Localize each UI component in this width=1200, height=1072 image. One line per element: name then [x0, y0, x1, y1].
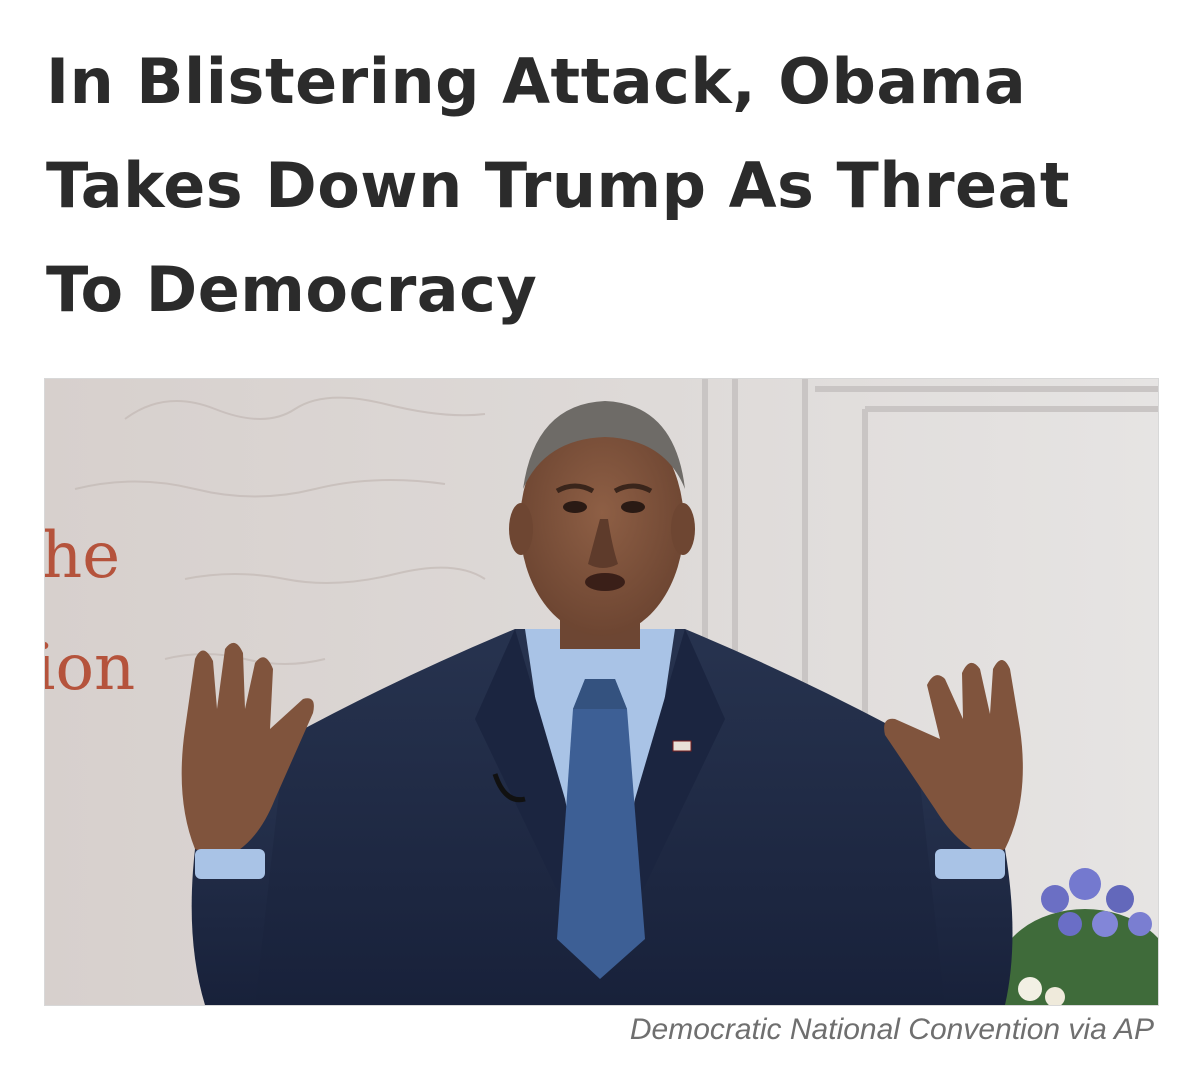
article-photo: he ion	[44, 378, 1159, 1006]
article-headline: In Blistering Attack, Obama Takes Down T…	[46, 45, 1071, 326]
photo-credit: Democratic National Convention via AP	[629, 1013, 1154, 1046]
backdrop-text-he: he	[45, 519, 120, 593]
photo-illustration: he ion	[45, 379, 1158, 1005]
backdrop-text-ion: ion	[45, 631, 135, 705]
